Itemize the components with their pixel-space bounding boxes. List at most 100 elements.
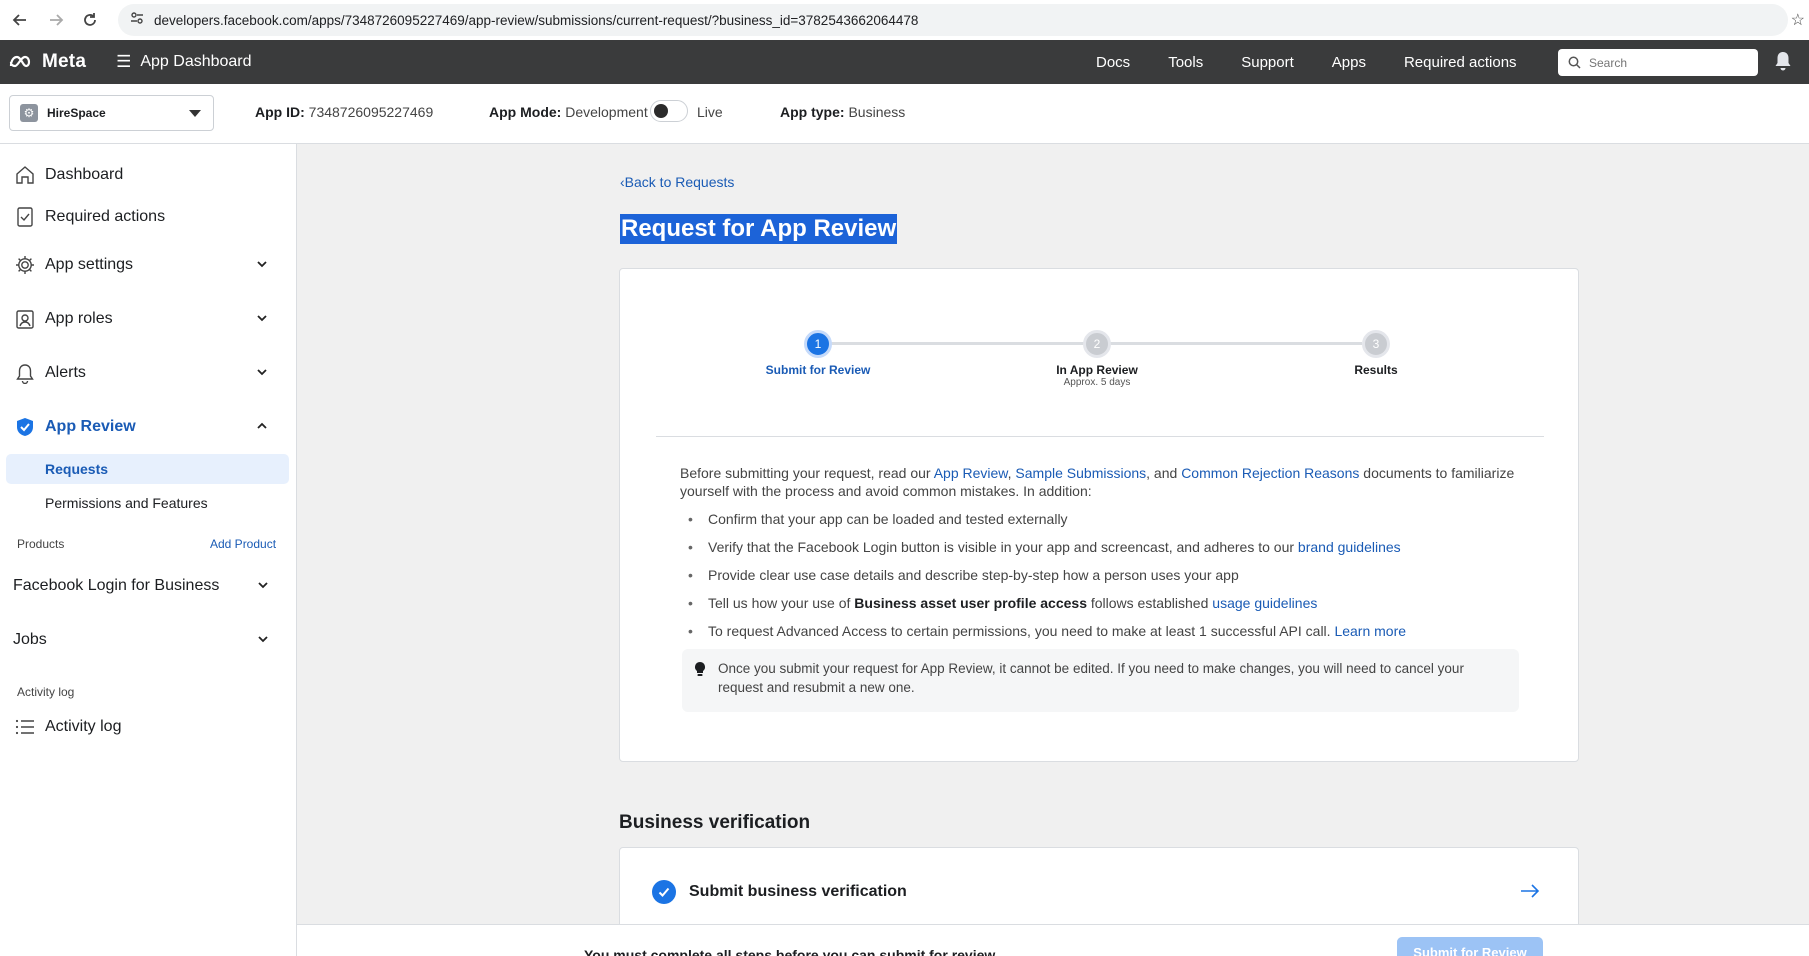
nav-link-support[interactable]: Support [1241, 54, 1294, 71]
step-2-duration: Approx. 5 days [1063, 377, 1131, 388]
sample-submissions-link[interactable]: Sample Submissions [1015, 465, 1146, 481]
person-badge-icon [12, 306, 38, 332]
page-title: Request for App Review [620, 214, 898, 244]
search-icon [1568, 56, 1581, 69]
app-type-info: App type: Business [780, 104, 905, 120]
site-settings-icon[interactable] [130, 11, 144, 30]
list-item: Verify that the Facebook Login button is… [688, 538, 1528, 566]
sidebar-item-app-review[interactable]: App Review [12, 412, 286, 442]
nav-link-docs[interactable]: Docs [1096, 54, 1130, 71]
app-mode-toggle[interactable] [650, 100, 688, 122]
bullet-text: Confirm that your app can be loaded and … [708, 511, 1068, 527]
sidebar: Dashboard Required actions App settings … [0, 144, 297, 956]
arrow-right-icon[interactable] [1520, 883, 1540, 904]
add-product-link[interactable]: Add Product [210, 537, 276, 551]
nav-link-required-actions[interactable]: Required actions [1404, 54, 1517, 71]
lightbulb-icon [694, 661, 706, 682]
sidebar-item-dashboard[interactable]: Dashboard [12, 160, 286, 190]
list-icon [12, 714, 38, 740]
home-icon [12, 162, 38, 188]
permission-name: Business asset user profile access [854, 595, 1087, 611]
intro-text: Before submitting your request, read our [680, 465, 934, 481]
submit-for-review-button[interactable]: Submit for Review [1397, 937, 1543, 956]
list-item: Tell us how your use of Business asset u… [688, 594, 1528, 622]
bookmark-star-icon[interactable]: ☆ [1791, 10, 1805, 30]
chevron-up-icon [257, 422, 267, 429]
step-connector [818, 342, 1088, 345]
chevron-down-icon [189, 110, 201, 117]
meta-top-nav: Meta ☰ App Dashboard Docs Tools Support … [0, 40, 1809, 84]
app-dashboard-label: App Dashboard [140, 53, 252, 70]
app-review-link[interactable]: App Review [934, 465, 1008, 481]
chevron-down-icon [257, 261, 267, 268]
app-type-value: Business [848, 104, 906, 120]
learn-more-link[interactable]: Learn more [1334, 623, 1406, 639]
sidebar-subitem-requests[interactable]: Requests [6, 454, 289, 484]
back-arrow-icon[interactable] [2, 2, 38, 38]
chevron-down-icon [257, 315, 267, 322]
sidebar-item-app-settings[interactable]: App settings [12, 250, 286, 280]
reload-icon[interactable] [72, 2, 108, 38]
hamburger-icon: ☰ [116, 52, 132, 71]
address-bar[interactable]: developers.facebook.com/apps/73487260952… [118, 4, 1788, 36]
sidebar-item-label: Required actions [45, 208, 166, 225]
checklist-icon [12, 204, 38, 230]
step-connector [1090, 342, 1362, 345]
search-box[interactable] [1558, 49, 1758, 76]
sidebar-item-alerts[interactable]: Alerts [12, 358, 286, 388]
sidebar-item-facebook-login[interactable]: Facebook Login for Business [13, 571, 287, 601]
app-name: HireSpace [47, 106, 106, 120]
bullet-text: Verify that the Facebook Login button is… [708, 539, 1298, 555]
app-id-value: 7348726095227469 [308, 104, 434, 120]
chevron-down-icon [258, 636, 268, 643]
app-dashboard-menu[interactable]: ☰ App Dashboard [116, 52, 251, 72]
chevron-down-icon [257, 369, 267, 376]
sidebar-item-required-actions[interactable]: Required actions [12, 202, 286, 232]
bullet-text: Tell us how your use of [708, 595, 855, 611]
step-3-indicator: 3 [1362, 330, 1390, 358]
business-verification-label: Submit business verification [689, 883, 907, 900]
stepper: 1 2 3 Submit for Review In App Review Ap… [620, 269, 1580, 449]
sidebar-item-activity-log[interactable]: Activity log [12, 712, 286, 742]
step-2-label: In App Review [1056, 363, 1138, 377]
back-to-requests-link[interactable]: ‹Back to Requests [620, 174, 734, 190]
notifications-bell-icon[interactable] [1774, 51, 1792, 76]
app-gear-icon: ⚙ [20, 104, 38, 122]
chevron-down-icon [258, 582, 268, 589]
bell-icon [12, 360, 38, 386]
list-item: Confirm that your app can be loaded and … [688, 510, 1528, 538]
sidebar-item-label: Dashboard [45, 166, 124, 183]
activity-section-label: Activity log [17, 685, 75, 699]
nav-link-tools[interactable]: Tools [1168, 54, 1203, 71]
footer-message: You must complete all steps before you c… [584, 947, 999, 956]
bullet-text: follows established [1086, 595, 1213, 611]
forward-arrow-icon[interactable] [38, 2, 74, 38]
bullet-text: To request Advanced Access to certain pe… [708, 623, 1335, 639]
sidebar-item-label: Facebook Login for Business [13, 577, 220, 594]
meta-logo[interactable]: Meta [8, 51, 86, 73]
app-info-bar: ⚙ HireSpace App ID: 7348726095227469 App… [0, 84, 1809, 144]
usage-guidelines-link[interactable]: usage guidelines [1212, 595, 1317, 611]
app-id-info: App ID: 7348726095227469 [255, 104, 433, 120]
list-item: Provide clear use case details and descr… [688, 566, 1528, 594]
app-type-label: App type: [780, 104, 845, 120]
checklist: Confirm that your app can be loaded and … [688, 510, 1528, 650]
nav-link-apps[interactable]: Apps [1332, 54, 1366, 71]
sidebar-subitem-permissions-features[interactable]: Permissions and Features [6, 488, 289, 518]
live-label: Live [697, 104, 723, 120]
common-rejection-reasons-link[interactable]: Common Rejection Reasons [1181, 465, 1359, 481]
sidebar-item-app-roles[interactable]: App roles [12, 304, 286, 334]
app-id-label: App ID: [255, 104, 305, 120]
main-content: ‹Back to Requests Request for App Review… [297, 144, 1809, 956]
sidebar-item-jobs[interactable]: Jobs [13, 625, 287, 655]
step-1-label: Submit for Review [765, 363, 871, 377]
shield-check-icon [12, 414, 38, 440]
app-mode-value: Development [565, 104, 648, 120]
toggle-knob [654, 104, 668, 118]
step-2-indicator: 2 [1083, 330, 1111, 358]
brand-guidelines-link[interactable]: brand guidelines [1298, 539, 1401, 555]
review-steps-card: 1 2 3 Submit for Review In App Review Ap… [619, 268, 1579, 762]
search-input[interactable] [1589, 55, 1749, 70]
app-selector-dropdown[interactable]: ⚙ HireSpace [9, 95, 214, 131]
url-text[interactable]: developers.facebook.com/apps/73487260952… [154, 13, 918, 28]
